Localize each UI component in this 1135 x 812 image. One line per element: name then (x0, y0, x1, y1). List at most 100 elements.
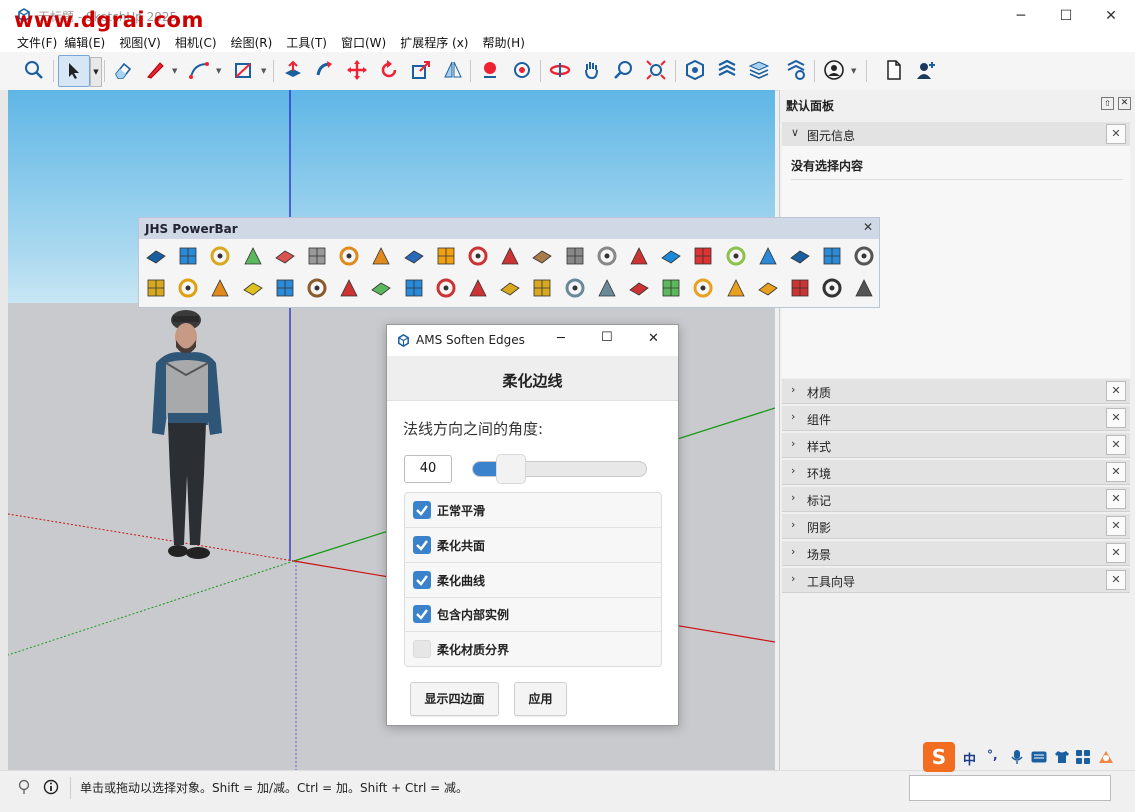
extension-warehouse-icon[interactable] (714, 57, 740, 83)
powerbar-tool-icon[interactable] (595, 276, 619, 300)
select-arrow-icon[interactable] (58, 55, 90, 87)
pencil-line-icon[interactable] (142, 57, 168, 83)
microphone-icon[interactable] (1011, 749, 1023, 765)
pan-icon[interactable] (579, 57, 605, 83)
apply-button[interactable]: 应用 (514, 682, 567, 716)
zoom-icon[interactable] (611, 57, 637, 83)
pin-icon[interactable]: ⇧ (1101, 97, 1114, 110)
powerbar-tool-icon[interactable] (273, 244, 297, 268)
menu-camera[interactable]: 相机(C) (175, 32, 231, 52)
close-button[interactable]: ✕ (1088, 0, 1134, 32)
rotate-icon[interactable] (376, 57, 402, 83)
chevron-down-icon[interactable]: ▼ (172, 67, 177, 75)
powerbar-tool-icon[interactable] (788, 276, 812, 300)
powerbar-tool-icon[interactable] (756, 244, 780, 268)
powerbar-tool-icon[interactable] (337, 244, 361, 268)
menu-help[interactable]: 帮助(H) (482, 32, 538, 52)
checkbox[interactable] (413, 640, 431, 658)
chevron-down-icon[interactable]: ▼ (216, 67, 221, 75)
menu-file[interactable]: 文件(F) (0, 32, 64, 52)
menu-view[interactable]: 视图(V) (119, 32, 175, 52)
powerbar-tool-icon[interactable] (208, 276, 232, 300)
close-icon[interactable]: ✕ (1106, 381, 1126, 401)
close-icon[interactable]: ✕ (1106, 489, 1126, 509)
shirt-icon[interactable] (1054, 750, 1070, 764)
chevron-down-icon[interactable]: ▼ (851, 67, 856, 75)
panel-scenes[interactable]: › 场景 ✕ (782, 541, 1130, 566)
powerbar-tool-icon[interactable] (659, 244, 683, 268)
orbit-icon[interactable] (547, 57, 573, 83)
sogou-logo-icon[interactable]: S (923, 742, 955, 772)
powerbar-tool-icon[interactable] (434, 276, 458, 300)
move-icon[interactable] (344, 57, 370, 83)
skin-icon[interactable] (1097, 749, 1115, 765)
powerbar-tool-icon[interactable] (724, 244, 748, 268)
maximize-button[interactable]: ☐ (1043, 0, 1089, 32)
maximize-button[interactable]: ☐ (601, 330, 613, 345)
geo-location-icon[interactable] (16, 779, 32, 795)
powerbar-tool-icon[interactable] (498, 244, 522, 268)
panel-shadows[interactable]: › 阴影 ✕ (782, 514, 1130, 539)
minimize-button[interactable]: ─ (557, 331, 565, 346)
new-file-icon[interactable] (881, 57, 907, 83)
search-icon[interactable] (21, 57, 47, 83)
powerbar-tool-icon[interactable] (273, 276, 297, 300)
chevron-down-icon[interactable]: ▼ (261, 67, 266, 75)
powerbar-tool-icon[interactable] (498, 276, 522, 300)
menu-window[interactable]: 窗口(W) (341, 32, 400, 52)
option-normal-smooth[interactable]: 正常平滑 (405, 493, 661, 528)
powerbar-tool-icon[interactable] (563, 276, 587, 300)
follow-me-icon[interactable] (312, 57, 338, 83)
scale-icon[interactable] (408, 57, 434, 83)
powerbar-tool-icon[interactable] (724, 276, 748, 300)
panel-tags[interactable]: › 标记 ✕ (782, 487, 1130, 512)
close-icon[interactable]: ✕ (1106, 462, 1126, 482)
panel-materials[interactable]: › 材质 ✕ (782, 379, 1130, 404)
panel-entity-info[interactable]: ∨ 图元信息 ✕ (782, 122, 1130, 147)
powerbar-tool-icon[interactable] (369, 244, 393, 268)
powerbar-tool-icon[interactable] (305, 244, 329, 268)
powerbar-tool-icon[interactable] (369, 276, 393, 300)
option-soften-material-boundary[interactable]: 柔化材质分界 (405, 632, 661, 666)
slider-thumb[interactable] (496, 454, 527, 484)
rectangle-icon[interactable] (230, 57, 256, 83)
checkbox[interactable] (413, 536, 431, 554)
measurements-box[interactable] (909, 775, 1111, 801)
layers-icon[interactable] (746, 57, 772, 83)
select-dropdown[interactable]: ▼ (90, 57, 102, 87)
menu-tools[interactable]: 工具(T) (286, 32, 341, 52)
powerbar-tool-icon[interactable] (595, 244, 619, 268)
powerbar-header[interactable]: JHS PowerBar ✕ (139, 218, 879, 239)
panel-components[interactable]: › 组件 ✕ (782, 406, 1130, 431)
powerbar-tool-icon[interactable] (852, 276, 876, 300)
powerbar-tool-icon[interactable] (466, 244, 490, 268)
close-icon[interactable]: ✕ (1106, 124, 1126, 144)
close-icon[interactable]: ✕ (1106, 408, 1126, 428)
show-quads-button[interactable]: 显示四边面 (410, 682, 499, 716)
menu-draw[interactable]: 绘图(R) (231, 32, 287, 52)
powerbar-tool-icon[interactable] (305, 276, 329, 300)
powerbar-tool-icon[interactable] (756, 276, 780, 300)
keyboard-icon[interactable] (1031, 751, 1047, 763)
panel-styles[interactable]: › 样式 ✕ (782, 433, 1130, 458)
panel-instructor[interactable]: › 工具向导 ✕ (782, 568, 1130, 593)
powerbar-tool-icon[interactable] (144, 276, 168, 300)
close-icon[interactable]: ✕ (863, 220, 873, 234)
powerbar-tool-icon[interactable] (627, 244, 651, 268)
close-icon[interactable]: ✕ (1106, 516, 1126, 536)
close-button[interactable]: ✕ (648, 331, 659, 346)
eraser-icon[interactable] (110, 57, 136, 83)
option-soften-curves[interactable]: 柔化曲线 (405, 563, 661, 598)
powerbar-tool-icon[interactable] (144, 244, 168, 268)
powerbar-tool-icon[interactable] (241, 244, 265, 268)
powerbar-tool-icon[interactable] (691, 276, 715, 300)
checkbox[interactable] (413, 501, 431, 519)
zoom-extents-icon[interactable] (643, 57, 669, 83)
powerbar-tool-icon[interactable] (659, 276, 683, 300)
powerbar-tool-icon[interactable] (434, 244, 458, 268)
info-icon[interactable] (43, 779, 59, 795)
close-icon[interactable]: ✕ (1106, 543, 1126, 563)
powerbar-tool-icon[interactable] (466, 276, 490, 300)
powerbar-tool-icon[interactable] (820, 276, 844, 300)
settings-icon[interactable] (783, 57, 809, 83)
